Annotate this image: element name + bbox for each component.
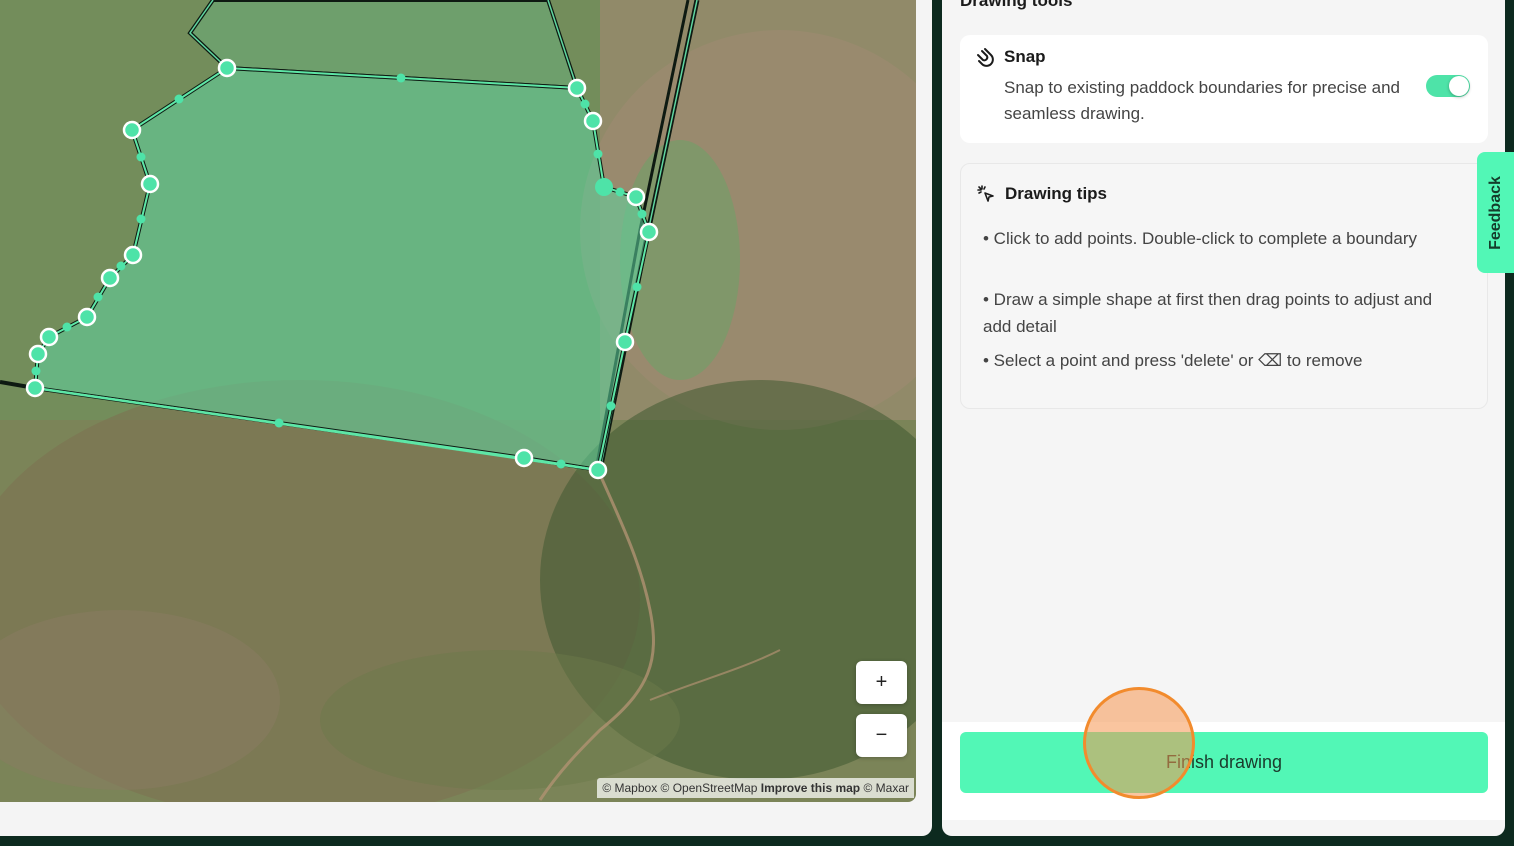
map-card: + − © Mapbox © OpenStreetMap Improve thi… xyxy=(0,0,932,836)
snap-toggle-knob xyxy=(1449,76,1469,96)
attribution-improve[interactable]: Improve this map xyxy=(761,781,860,795)
attribution-mapbox[interactable]: © Mapbox xyxy=(602,781,657,795)
satellite-map[interactable]: + − © Mapbox © OpenStreetMap Improve thi… xyxy=(0,0,916,802)
snap-toggle[interactable] xyxy=(1426,75,1470,97)
section-title: Drawing tools xyxy=(960,0,1073,10)
drawing-tips-title: Drawing tips xyxy=(1005,184,1108,203)
snap-title: Snap xyxy=(1004,47,1046,66)
attribution-maxar[interactable]: © Maxar xyxy=(863,781,909,795)
attribution-osm[interactable]: © OpenStreetMap xyxy=(661,781,758,795)
sparkle-cursor-icon xyxy=(977,185,994,202)
feedback-label: Feedback xyxy=(1486,175,1504,250)
map-canvas[interactable] xyxy=(0,0,916,802)
drawing-tips-card: Drawing tips • Click to add points. Doub… xyxy=(960,163,1488,409)
snap-description: Snap to existing paddock boundaries for … xyxy=(1004,78,1400,123)
panel-footer: Finish drawing xyxy=(942,722,1505,820)
zoom-out-button[interactable]: − xyxy=(856,714,907,757)
finish-drawing-button[interactable]: Finish drawing xyxy=(960,732,1488,793)
drawing-tools-panel: Drawing tools Snap Snap to existing padd… xyxy=(942,0,1505,836)
magnet-icon xyxy=(977,48,994,67)
tip-item: • Draw a simple shape at first then drag… xyxy=(983,290,1433,336)
feedback-tab[interactable]: Feedback xyxy=(1477,152,1514,273)
tip-item: • Click to add points. Double-click to c… xyxy=(983,229,1418,248)
zoom-in-button[interactable]: + xyxy=(856,661,907,704)
map-attribution: © Mapbox © OpenStreetMap Improve this ma… xyxy=(597,778,914,798)
snap-card: Snap Snap to existing paddock boundaries… xyxy=(960,35,1488,143)
tip-item: • Select a point and press 'delete' or ⌫… xyxy=(983,351,1363,370)
